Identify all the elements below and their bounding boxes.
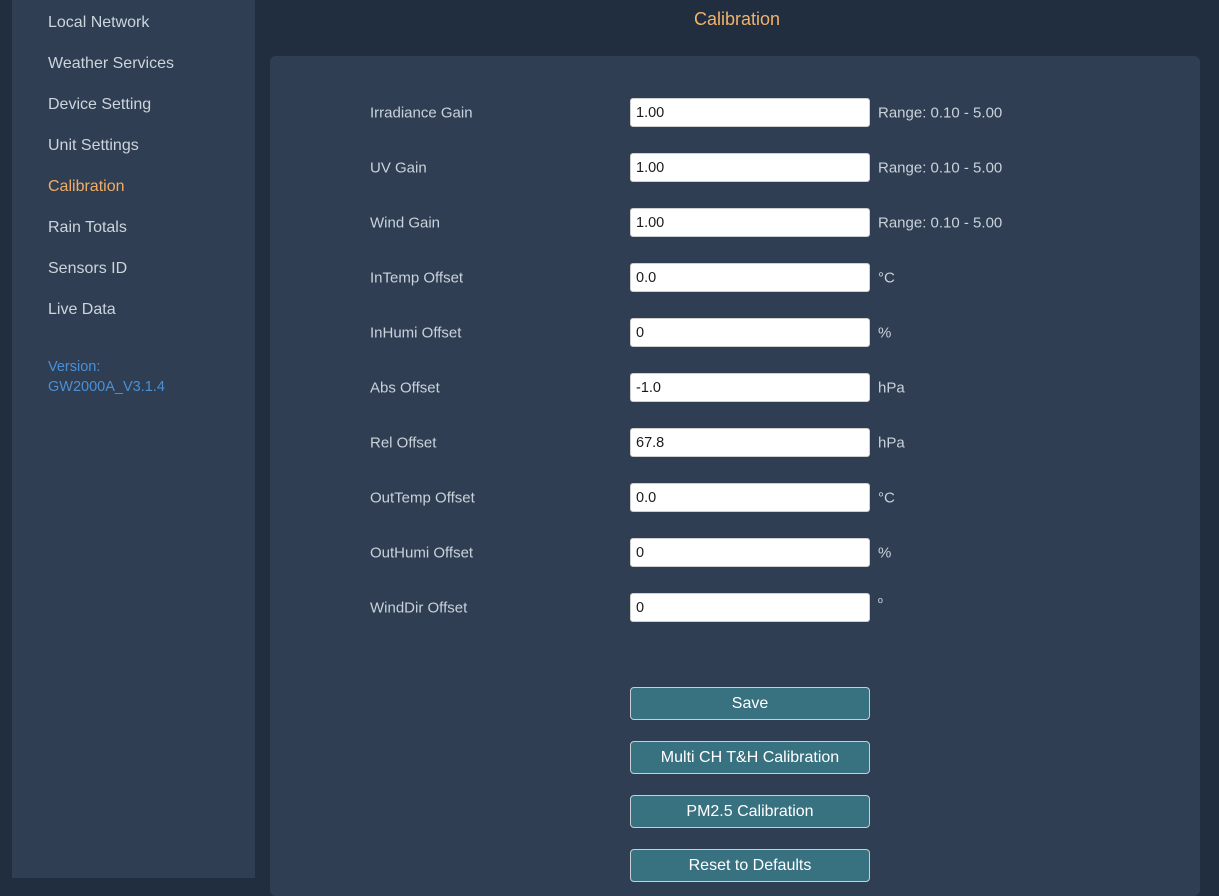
sidebar: Local Network Weather Services Device Sett… [12,0,255,878]
outtemp-offset-label: OutTemp Offset [370,489,475,506]
outhumi-offset-input[interactable] [630,538,870,567]
rel-offset-input[interactable] [630,428,870,457]
firmware-version: Version: GW2000A_V3.1.4 [12,357,255,397]
outhumi-offset-unit: % [878,544,892,561]
sidebar-item-device-setting[interactable]: Device Setting [12,84,255,125]
sidebar-item-rain-totals[interactable]: Rain Totals [12,207,255,248]
outhumi-offset-label: OutHumi Offset [370,544,474,561]
form-row-winddir-offset: WindDir Offset º [270,593,1200,622]
form-row-abs-offset: Abs Offset hPa [270,373,1200,402]
irradiance-gain-unit: Range: 0.10 - 5.00 [878,104,1003,121]
winddir-offset-input[interactable] [630,593,870,622]
winddir-offset-label: WindDir Offset [370,599,468,616]
form-row-irradiance-gain: Irradiance Gain Range: 0.10 - 5.00 [270,98,1200,127]
form-row-inhumi-offset: InHumi Offset% [270,318,1200,347]
form-row-intemp-offset: InTemp Offset °C [270,263,1200,292]
wind-gain-unit: Range: 0.10 - 5.00 [878,214,1003,231]
abs-offset-label: Abs Offset [370,379,440,396]
sidebar-item-local-network[interactable]: Local Network [12,2,255,43]
outtemp-offset-unit: °C [878,489,895,506]
version-value: GW2000A_V3.1.4 [48,379,165,395]
wind-gain-label: Wind Gain [370,214,441,231]
abs-offset-input[interactable] [630,373,870,402]
sidebar-item-calibration[interactable]: Calibration [12,166,255,207]
inhumi-offset-input[interactable] [630,318,870,347]
uv-gain-input[interactable] [630,153,870,182]
version-label: Version: [48,359,101,375]
uv-gain-unit: Range: 0.10 - 5.00 [878,159,1003,176]
page-title: Calibration [693,9,781,29]
sidebar-item-unit-settings[interactable]: Unit Settings [12,125,255,166]
sidebar-item-weather-services[interactable]: Weather Services [12,43,255,84]
form-row-rel-offset: Rel Offset hPa [270,428,1200,457]
abs-offset-unit: hPa [878,379,905,396]
calibration-panel: Irradiance GainRange: 0.10 - 5.00UV Gain… [270,56,1200,896]
wind-gain-input[interactable] [630,208,870,237]
main-header: Calibration [255,0,1219,40]
save-button[interactable]: Save [630,687,870,720]
intemp-offset-label: InTemp Offset [370,269,464,286]
reset-to-defaults-button[interactable]: Reset to Defaults [630,849,870,882]
uv-gain-label: UV Gain [370,159,427,176]
sidebar-item-live-data[interactable]: Live Data [12,289,255,330]
form-row-wind-gain: Wind Gain Range: 0.10 - 5.00 [270,208,1200,237]
irradiance-gain-input[interactable] [630,98,870,127]
irradiance-gain-label: Irradiance Gain [370,104,473,121]
sidebar-nav: Local Network Weather Services Device Sett… [12,0,255,330]
calibration-page: { "colors": { "page_background": "#212e3… [0,0,1219,896]
rel-offset-unit: hPa [878,434,905,451]
intemp-offset-unit: °C [878,269,895,286]
inhumi-offset-unit: % [878,324,892,341]
intemp-offset-input[interactable] [630,263,870,292]
winddir-offset-unit: º [878,595,883,610]
form-row-outtemp-offset: OutTemp Offset °C [270,483,1200,512]
pm25-calibration-button[interactable]: PM2.5 Calibration [630,795,870,828]
form-row-uv-gain: UV Gain Range: 0.10 - 5.00 [270,153,1200,182]
sidebar-item-sensors-id[interactable]: Sensors ID [12,248,255,289]
form-row-outhumi-offset: OutHumi Offset% [270,538,1200,567]
rel-offset-label: Rel Offset [370,434,437,451]
outtemp-offset-input[interactable] [630,483,870,512]
multi-ch-th-calibration-button[interactable]: Multi CH T&H Calibration [630,741,870,774]
inhumi-offset-label: InHumi Offset [370,324,462,341]
